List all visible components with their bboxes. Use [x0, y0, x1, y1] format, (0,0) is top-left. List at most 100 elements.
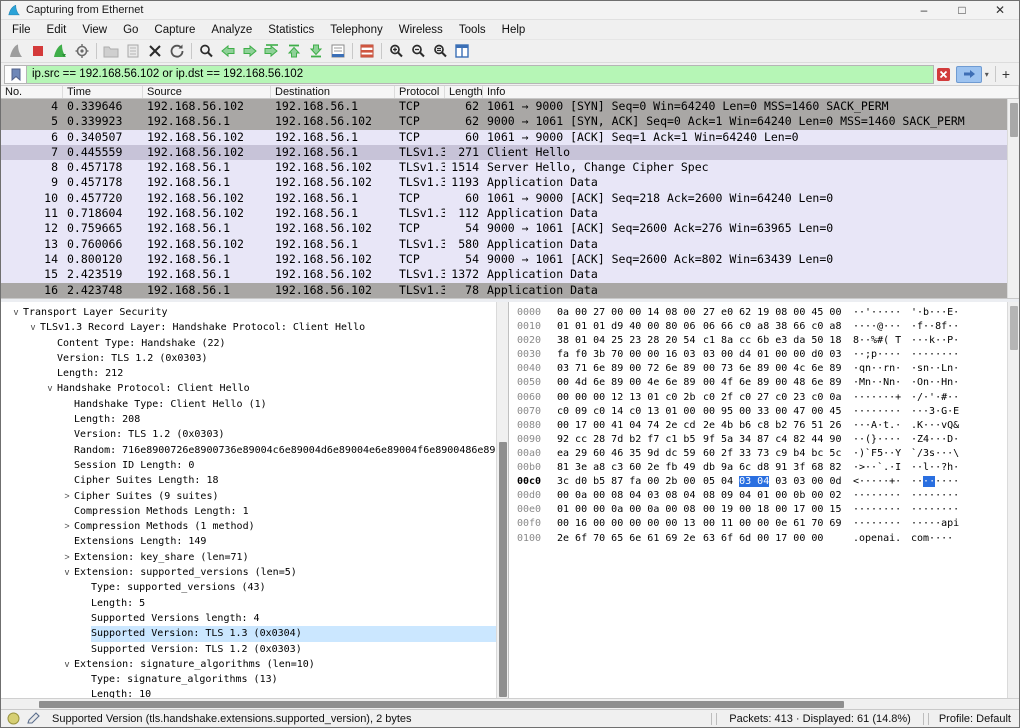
detail-line[interactable]: Type: signature_algorithms (13): [1, 672, 508, 687]
menu-wireless[interactable]: Wireless: [391, 22, 451, 38]
detail-line[interactable]: v TLSv1.3 Record Layer: Handshake Protoco…: [1, 320, 508, 335]
clear-filter-icon[interactable]: [934, 65, 954, 84]
go-to-packet-icon[interactable]: [261, 41, 283, 61]
column-header-destination[interactable]: Destination: [271, 86, 395, 98]
menu-help[interactable]: Help: [494, 22, 534, 38]
menu-view[interactable]: View: [74, 22, 115, 38]
detail-line[interactable]: Content Type: Handshake (22): [1, 336, 508, 351]
detail-line[interactable]: Version: TLS 1.2 (0x0303): [1, 351, 508, 366]
packet-row-10[interactable]: 10 0.457720 192.168.56.102 192.168.56.1 TCP 6…: [1, 190, 1019, 207]
restart-capture-icon[interactable]: [49, 41, 71, 61]
menu-file[interactable]: File: [4, 22, 39, 38]
capture-options-icon[interactable]: [71, 41, 93, 61]
column-header-protocol[interactable]: Protocol: [395, 86, 445, 98]
hex-row-00c0[interactable]: 00c0 3c d0 b5 87 fa 00 2b 00 05 04 03 04 0…: [509, 475, 1019, 489]
detail-line[interactable]: Length: 212: [1, 366, 508, 381]
close-file-icon[interactable]: [144, 41, 166, 61]
zoom-original-icon[interactable]: [429, 41, 451, 61]
hex-row-0060[interactable]: 0060 00 00 00 12 13 01 c0 2b c0 2f c0 27 c…: [509, 391, 1019, 405]
hex-row-00f0[interactable]: 00f0 00 16 00 00 00 00 00 13 00 11 00 00 0…: [509, 517, 1019, 531]
menu-tools[interactable]: Tools: [451, 22, 494, 38]
packet-row-9[interactable]: 9 0.457178 192.168.56.1 192.168.56.102 TLSv1…: [1, 175, 1019, 191]
column-header-source[interactable]: Source: [143, 86, 271, 98]
menu-statistics[interactable]: Statistics: [260, 22, 322, 38]
packet-row-6[interactable]: 6 0.340507 192.168.56.102 192.168.56.1 TCP 60…: [1, 129, 1019, 145]
detail-line[interactable]: Length: 10: [1, 687, 508, 698]
start-capture-icon[interactable]: [5, 41, 27, 61]
previous-packet-icon[interactable]: [217, 41, 239, 61]
hex-row-0040[interactable]: 0040 03 71 6e 89 00 72 6e 89 00 73 6e 89 0…: [509, 362, 1019, 376]
menu-capture[interactable]: Capture: [146, 22, 203, 38]
stop-capture-icon[interactable]: [27, 41, 49, 61]
hex-row-0090[interactable]: 0090 92 cc 28 7d b2 f7 c1 b5 9f 5a 34 87 c…: [509, 433, 1019, 447]
packet-row-15[interactable]: 15 2.423519 192.168.56.1 192.168.56.102 TLSv…: [1, 267, 1019, 283]
hex-row-00e0[interactable]: 00e0 01 00 00 0a 00 0a 00 08 00 19 00 18 0…: [509, 503, 1019, 517]
next-packet-icon[interactable]: [239, 41, 261, 61]
profile-status[interactable]: Profile: Default: [931, 713, 1019, 725]
packet-row-4[interactable]: 4 0.339646 192.168.56.102 192.168.56.1 TCP 62…: [1, 99, 1019, 115]
packet-row-13[interactable]: 13 0.760066 192.168.56.102 192.168.56.1 TLSv…: [1, 236, 1019, 252]
detail-line[interactable]: Supported Version: TLS 1.3 (0x0304): [1, 626, 508, 642]
packet-row-14[interactable]: 14 0.800120 192.168.56.1 192.168.56.102 TCP 5…: [1, 251, 1019, 268]
collapse-icon[interactable]: v: [9, 305, 23, 320]
detail-line[interactable]: v Extension: supported_versions (len=5): [1, 565, 508, 580]
packet-row-7[interactable]: 7 0.445559 192.168.56.102 192.168.56.1 TLSv1…: [1, 144, 1019, 161]
hex-row-00d0[interactable]: 00d0 00 0a 00 08 04 03 08 04 08 09 04 01 0…: [509, 489, 1019, 503]
expand-icon[interactable]: >: [60, 550, 74, 565]
hex-row-00a0[interactable]: 00a0 ea 29 60 46 35 9d dc 59 60 2f 33 73 c…: [509, 447, 1019, 461]
detail-line[interactable]: Supported Version: TLS 1.2 (0x0303): [1, 642, 508, 657]
detail-line[interactable]: Length: 208: [1, 412, 508, 427]
menu-edit[interactable]: Edit: [39, 22, 75, 38]
maximize-button[interactable]: □: [943, 1, 981, 19]
detail-line[interactable]: v Handshake Protocol: Client Hello: [1, 381, 508, 396]
zoom-out-icon[interactable]: [407, 41, 429, 61]
hex-row-0020[interactable]: 0020 38 01 04 25 23 28 20 54 c1 8a cc 6b e…: [509, 334, 1019, 348]
detail-line[interactable]: v Extension: signature_algorithms (len=10…: [1, 657, 508, 672]
display-filter-input[interactable]: [26, 64, 934, 84]
expert-info-icon[interactable]: [7, 712, 20, 725]
bytes-scrollbar[interactable]: [1007, 302, 1019, 698]
auto-scroll-icon[interactable]: [327, 41, 349, 61]
last-packet-icon[interactable]: [305, 41, 327, 61]
first-packet-icon[interactable]: [283, 41, 305, 61]
detail-line[interactable]: Compression Methods Length: 1: [1, 504, 508, 519]
hex-row-0100[interactable]: 0100 2e 6f 70 65 6e 61 69 2e 63 6f 6d 00 1…: [509, 532, 1019, 546]
menu-telephony[interactable]: Telephony: [322, 22, 390, 38]
detail-line[interactable]: Supported Versions length: 4: [1, 611, 508, 626]
reload-icon[interactable]: [166, 41, 188, 61]
packet-row-11[interactable]: 11 0.718604 192.168.56.102 192.168.56.1 TLSv…: [1, 206, 1019, 222]
column-header-info[interactable]: Info: [483, 86, 1019, 98]
packet-list-scroll-thumb[interactable]: [1010, 103, 1018, 137]
details-scroll-thumb[interactable]: [499, 442, 507, 697]
detail-line[interactable]: Length: 5: [1, 596, 508, 611]
hex-row-0010[interactable]: 0010 01 01 01 d9 40 00 80 06 06 66 c0 a8 3…: [509, 320, 1019, 334]
hex-row-0080[interactable]: 0080 00 17 00 41 04 74 2e cd 2e 4b b6 c8 b…: [509, 419, 1019, 433]
detail-line[interactable]: v Transport Layer Security: [1, 305, 508, 320]
menu-analyze[interactable]: Analyze: [203, 22, 260, 38]
apply-filter-icon[interactable]: [955, 65, 982, 83]
colorize-packets-icon[interactable]: [356, 41, 378, 61]
resize-columns-icon[interactable]: [451, 41, 473, 61]
open-file-icon[interactable]: [100, 41, 122, 61]
collapse-icon[interactable]: v: [60, 657, 74, 672]
bytes-scroll-thumb[interactable]: [1010, 306, 1018, 350]
detail-line[interactable]: Session ID Length: 0: [1, 458, 508, 473]
packet-row-16[interactable]: 16 2.423748 192.168.56.1 192.168.56.102 TLSv…: [1, 282, 1019, 298]
packet-list-scrollbar[interactable]: [1007, 99, 1019, 298]
add-filter-button[interactable]: +: [994, 66, 1016, 82]
horizontal-scrollbar[interactable]: [1, 698, 1019, 709]
hex-row-0000[interactable]: 0000 0a 00 27 00 00 14 08 00 27 e0 62 19 0…: [509, 306, 1019, 320]
hex-row-00b0[interactable]: 00b0 81 3e a8 c3 60 2e fb 49 db 9a 6c d8 9…: [509, 461, 1019, 475]
expand-icon[interactable]: >: [60, 519, 74, 534]
detail-line[interactable]: > Extension: key_share (len=71): [1, 550, 508, 565]
detail-line[interactable]: > Cipher Suites (9 suites): [1, 489, 508, 504]
detail-line[interactable]: Version: TLS 1.2 (0x0303): [1, 427, 508, 442]
details-scrollbar[interactable]: [496, 302, 508, 698]
save-file-icon[interactable]: [122, 41, 144, 61]
detail-line[interactable]: Random: 716e8900726e8900736e89004c6e8900…: [1, 443, 508, 458]
detail-line[interactable]: Type: supported_versions (43): [1, 580, 508, 595]
hex-row-0030[interactable]: 0030 fa f0 3b 70 00 00 16 03 03 00 d4 01 0…: [509, 348, 1019, 362]
hex-row-0050[interactable]: 0050 00 4d 6e 89 00 4e 6e 89 00 4f 6e 89 0…: [509, 376, 1019, 390]
column-header-no[interactable]: No.: [1, 86, 63, 98]
packet-row-8[interactable]: 8 0.457178 192.168.56.1 192.168.56.102 TLSv1…: [1, 160, 1019, 176]
